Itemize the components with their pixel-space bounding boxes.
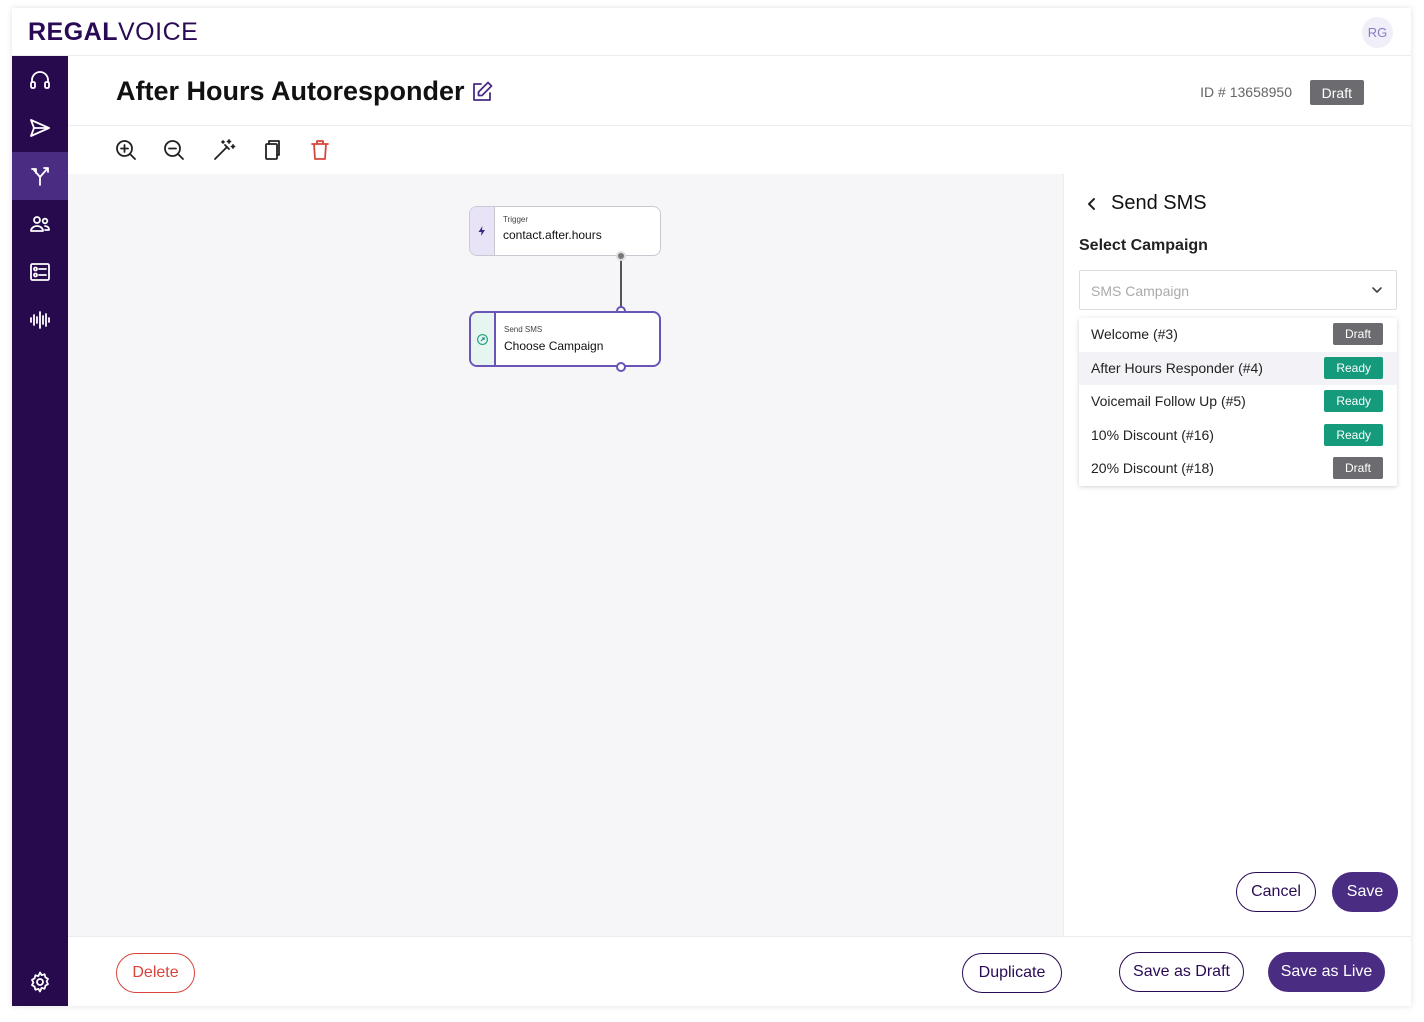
output-handle[interactable]	[616, 251, 626, 261]
save-as-live-button[interactable]: Save as Live	[1268, 952, 1385, 992]
campaign-option[interactable]: 20% Discount (#18) Draft	[1079, 452, 1397, 485]
status-badge: Ready	[1324, 390, 1383, 412]
chevron-left-icon[interactable]	[1082, 192, 1102, 216]
zoom-in-button[interactable]	[114, 138, 138, 162]
sidebar-item-agent-desktop[interactable]	[12, 56, 68, 104]
trash-icon	[311, 140, 329, 160]
zoom-in-icon	[116, 140, 136, 160]
status-badge: Draft	[1332, 457, 1383, 479]
user-avatar[interactable]: RG	[1362, 17, 1393, 48]
delete-button[interactable]: Delete	[116, 953, 195, 993]
contacts-icon	[30, 216, 50, 232]
campaign-option[interactable]: 10% Discount (#16) Ready	[1079, 419, 1397, 452]
save-as-draft-button[interactable]: Save as Draft	[1119, 952, 1244, 992]
sidebar-item-recordings[interactable]	[12, 296, 68, 344]
send-icon	[30, 119, 50, 137]
page-footer: Delete Duplicate Save as Draft Save as L…	[68, 936, 1411, 1006]
copy-icon	[265, 140, 280, 160]
journey-id: ID # 13658950	[1200, 84, 1292, 100]
campaign-option[interactable]: After Hours Responder (#4) Ready	[1079, 352, 1397, 385]
zoom-out-button[interactable]	[162, 138, 186, 162]
campaign-dropdown-menu: Welcome (#3) Draft After Hours Responder…	[1079, 318, 1397, 486]
regalvoice-logo[interactable]: REGALVOICE	[28, 18, 198, 47]
sidebar	[12, 56, 68, 1006]
status-badge: Draft	[1332, 323, 1383, 345]
journey-branch-icon	[31, 167, 49, 186]
trigger-strip	[470, 207, 495, 255]
delete-node-button[interactable]	[308, 138, 332, 162]
zoom-out-icon	[164, 140, 184, 160]
auto-layout-button[interactable]	[212, 138, 236, 162]
node-connector	[620, 256, 622, 311]
sidebar-item-contacts[interactable]	[12, 200, 68, 248]
cancel-button[interactable]: Cancel	[1236, 872, 1316, 912]
headset-icon	[30, 71, 50, 89]
sidebar-item-campaigns[interactable]	[12, 104, 68, 152]
trigger-node[interactable]: Trigger contact.after.hours	[469, 206, 661, 256]
send-sms-node[interactable]: Send SMS Choose Campaign	[469, 311, 661, 367]
settings-icon	[31, 971, 49, 993]
sms-node-campaign: Choose Campaign	[504, 339, 604, 353]
duplicate-button[interactable]: Duplicate	[962, 953, 1062, 993]
campaign-option[interactable]: Voicemail Follow Up (#5) Ready	[1079, 385, 1397, 418]
tasks-list-icon	[30, 263, 50, 281]
sidebar-item-journeys[interactable]	[12, 152, 68, 200]
node-config-panel: Send SMS Select Campaign SMS Campaign We…	[1063, 174, 1411, 936]
trigger-node-event: contact.after.hours	[503, 228, 602, 242]
page-header: After Hours Autoresponder ID # 13658950 …	[68, 56, 1411, 126]
status-badge: Draft	[1309, 80, 1364, 105]
page-title: After Hours Autoresponder	[116, 76, 465, 106]
sms-campaign-select[interactable]: SMS Campaign	[1079, 270, 1397, 310]
lightning-icon	[478, 226, 485, 236]
trigger-node-type: Trigger	[503, 215, 529, 224]
sidebar-item-settings[interactable]	[12, 958, 68, 1006]
sms-node-type: Send SMS	[504, 325, 543, 334]
magic-wand-icon	[214, 139, 236, 160]
save-button[interactable]: Save	[1332, 872, 1398, 912]
copy-button[interactable]	[260, 138, 284, 162]
sidebar-item-tasks[interactable]	[12, 248, 68, 296]
chevron-down-icon	[1372, 287, 1382, 293]
campaign-option[interactable]: Welcome (#3) Draft	[1079, 318, 1397, 351]
status-badge: Ready	[1324, 357, 1383, 379]
sms-output-handle[interactable]	[616, 362, 626, 372]
audio-wave-icon	[30, 311, 50, 329]
sms-chat-icon	[477, 333, 488, 345]
edit-title-icon[interactable]	[470, 80, 494, 104]
status-badge: Ready	[1324, 424, 1383, 446]
top-bar: REGALVOICE RG	[12, 8, 1411, 56]
canvas-toolbar	[68, 126, 1411, 174]
app-window: REGALVOICE RG After Hours Autoresponder …	[12, 8, 1411, 1006]
select-placeholder: SMS Campaign	[1091, 283, 1190, 299]
sms-strip	[471, 313, 496, 365]
select-campaign-label: Select Campaign	[1079, 237, 1208, 254]
panel-title: Send SMS	[1111, 192, 1207, 214]
journey-canvas[interactable]: Trigger contact.after.hours Send SMS Cho…	[68, 174, 1063, 936]
